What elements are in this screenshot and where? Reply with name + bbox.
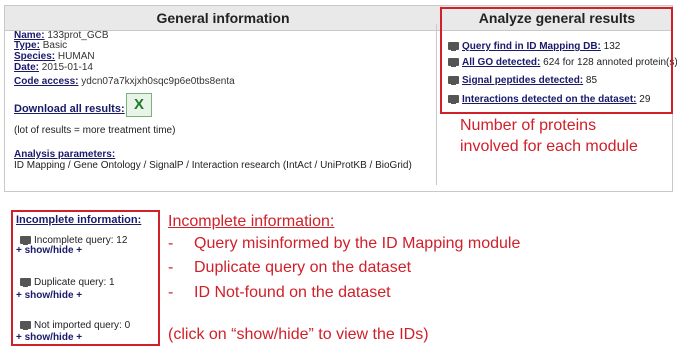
excel-icon[interactable]: X <box>126 93 152 117</box>
annotation-line: involved for each module <box>460 138 638 155</box>
annotation-footer: (click on “show/hide” to view the IDs) <box>168 326 429 343</box>
field-label: Code access: <box>14 76 79 87</box>
incomplete-item-text: Duplicate query: 1 <box>34 277 115 288</box>
annotation-line: Number of proteins <box>460 117 597 134</box>
field-value: HUMAN <box>55 51 95 62</box>
field-label: Date: <box>14 62 40 73</box>
incomplete-item-text: Not imported query: 0 <box>34 320 131 331</box>
computer-icon <box>20 321 31 331</box>
field-value: 2015-01-14 <box>39 62 93 73</box>
show-hide-toggle[interactable]: + show/hide + <box>16 332 82 343</box>
annotation-bullet: - ID Not-found on the dataset <box>168 284 391 302</box>
bullet-text: ID Not-found on the dataset <box>194 284 391 301</box>
field-label: Type: <box>14 40 40 51</box>
show-hide-toggle[interactable]: + show/hide + <box>16 290 82 301</box>
computer-icon <box>20 278 31 288</box>
column-divider <box>436 24 437 185</box>
incomplete-title: Incomplete information: <box>16 214 142 226</box>
bullet-dash: - <box>168 284 174 301</box>
field-date: Date: 2015-01-14 <box>14 63 93 73</box>
field-value: ydcn07a7kxjxh0sqc9p6e0tbs8enta <box>78 76 235 87</box>
download-all-link[interactable]: Download all results: <box>14 103 125 115</box>
field-species: Species: HUMAN <box>14 52 95 62</box>
analyze-highlight-box <box>440 7 673 114</box>
show-hide-toggle[interactable]: + show/hide + <box>16 245 82 256</box>
field-type: Type: Basic <box>14 41 67 51</box>
computer-icon <box>20 236 31 246</box>
bullet-text: Query misinformed by the ID Mapping modu… <box>194 235 521 252</box>
field-code-access: Code access: ydcn07a7kxjxh0sqc9p6e0tbs8e… <box>14 77 235 87</box>
analysis-params-value: ID Mapping / Gene Ontology / SignalP / I… <box>14 160 412 171</box>
not-imported-query-line: Not imported query: 0 <box>20 320 130 331</box>
incomplete-annotation-heading: Incomplete information: <box>168 213 335 230</box>
bullet-dash: - <box>168 259 174 276</box>
duplicate-query-line: Duplicate query: 1 <box>20 277 115 288</box>
num-proteins-annotation: Number of proteins involved for each mod… <box>460 115 675 157</box>
general-info-header: General information <box>5 6 442 31</box>
annotation-bullet: - Query misinformed by the ID Mapping mod… <box>168 235 520 253</box>
bullet-text: Duplicate query on the dataset <box>194 259 412 276</box>
field-label: Species: <box>14 51 56 62</box>
field-value: Basic <box>39 40 68 51</box>
treatment-note: (lot of results = more treatment time) <box>14 125 176 136</box>
bullet-dash: - <box>168 235 174 252</box>
annotation-bullet: - Duplicate query on the dataset <box>168 259 411 277</box>
analysis-params-label: Analysis parameters: <box>14 149 116 160</box>
